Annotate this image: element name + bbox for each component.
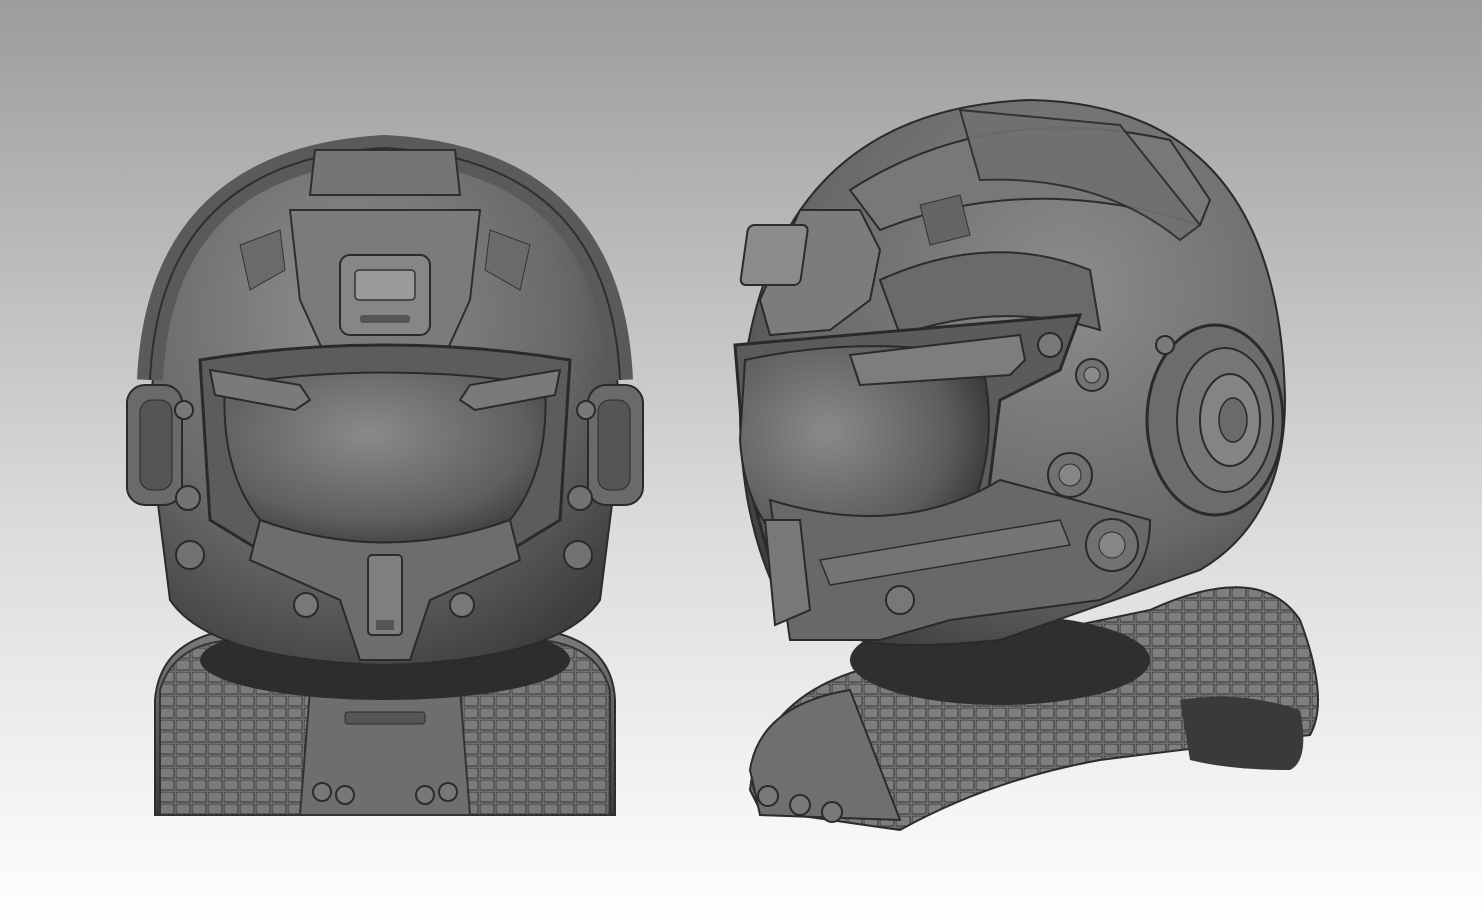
sculpt-render-canvas bbox=[0, 0, 1482, 920]
helmet-side-icon bbox=[733, 98, 1319, 832]
render-viewport bbox=[0, 0, 1482, 920]
helmet-front-icon bbox=[126, 134, 644, 816]
